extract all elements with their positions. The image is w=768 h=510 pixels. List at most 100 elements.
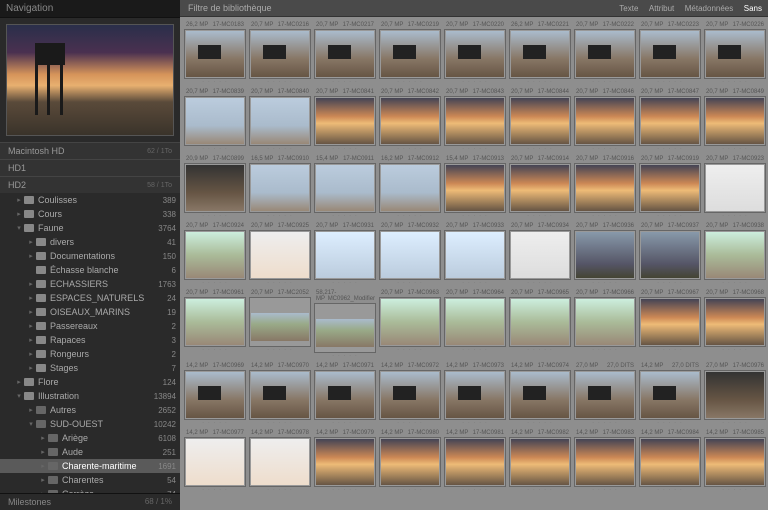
thumb-rating-dots[interactable]: · · · · · — [249, 487, 311, 493]
thumb-rating-dots[interactable]: · · · · · — [704, 280, 766, 286]
grid-cell[interactable]: 26,2 MP17-MC0221· · · · · — [509, 21, 571, 85]
filter-tab-metadata[interactable]: Métadonnées — [685, 4, 733, 13]
expand-arrow-icon[interactable]: ▾ — [14, 224, 24, 232]
thumbnail-image[interactable] — [509, 163, 571, 213]
folder-item[interactable]: ▸Charente-maritime1691 — [0, 459, 180, 473]
thumbnail-image[interactable] — [379, 437, 441, 487]
thumbnail-image[interactable] — [444, 96, 506, 146]
thumbnail-image[interactable] — [704, 96, 766, 146]
thumbnail-image[interactable] — [509, 230, 571, 280]
grid-cell[interactable]: 20,7 MP17-MC0938· · · · · — [704, 222, 766, 286]
folder-item[interactable]: ▸Cours338 — [0, 207, 180, 221]
thumb-rating-dots[interactable]: · · · · · — [444, 280, 506, 286]
grid-cell[interactable]: 20,7 MP17-MC0842· · · · · — [379, 88, 441, 152]
thumb-rating-dots[interactable]: · · · · · — [509, 146, 571, 152]
thumb-rating-dots[interactable]: · · · · · — [639, 280, 701, 286]
thumbnail-image[interactable] — [639, 370, 701, 420]
grid-cell[interactable]: 14,2 MP17-MC0985· · · · · — [704, 429, 766, 493]
thumb-rating-dots[interactable]: · · · · · — [379, 487, 441, 493]
folder-item[interactable]: ▸ESPACES_NATURELS24 — [0, 291, 180, 305]
thumbnail-image[interactable] — [314, 437, 376, 487]
grid-cell[interactable]: 58,2 MP17-MC0962_Modifier· · · · · — [314, 289, 376, 359]
thumbnail-image[interactable] — [509, 437, 571, 487]
thumb-rating-dots[interactable]: · · · · · — [509, 79, 571, 85]
expand-arrow-icon[interactable]: ▾ — [14, 392, 24, 400]
thumbnail-image[interactable] — [574, 230, 636, 280]
grid-cell[interactable]: 14,2 MP17-MC0971· · · · · — [314, 362, 376, 426]
thumbnail-image[interactable] — [249, 163, 311, 213]
folder-item[interactable]: ▾Faune3764 — [0, 221, 180, 235]
thumb-rating-dots[interactable]: · · · · · — [574, 420, 636, 426]
thumbnail-image[interactable] — [314, 370, 376, 420]
folder-item[interactable]: ▸Passereaux2 — [0, 319, 180, 333]
thumbnail-image[interactable] — [574, 96, 636, 146]
grid-cell[interactable]: 20,7 MP17-MC0961· · · · · — [184, 289, 246, 359]
thumb-rating-dots[interactable]: · · · · · — [444, 146, 506, 152]
thumbnail-image[interactable] — [509, 29, 571, 79]
thumbnail-image[interactable] — [574, 437, 636, 487]
folder-item[interactable]: ▸Autres2652 — [0, 403, 180, 417]
grid-cell[interactable]: 20,7 MP17-MC0223· · · · · — [639, 21, 701, 85]
thumb-rating-dots[interactable]: · · · · · — [444, 347, 506, 353]
thumb-rating-dots[interactable]: · · · · · — [184, 420, 246, 426]
thumb-rating-dots[interactable]: · · · · · — [249, 213, 311, 219]
thumb-rating-dots[interactable]: · · · · · — [704, 213, 766, 219]
grid-cell[interactable]: 15,4 MP17-MC0913· · · · · — [444, 155, 506, 219]
folder-item[interactable]: ▸ECHASSIERS1763 — [0, 277, 180, 291]
grid-cell[interactable]: 14,2 MP17-MC0980· · · · · — [379, 429, 441, 493]
grid-cell[interactable]: 14,2 MP17-MC0977· · · · · — [184, 429, 246, 493]
folder-item[interactable]: ▸Rongeurs2 — [0, 347, 180, 361]
thumbnail-image[interactable] — [574, 297, 636, 347]
folder-item[interactable]: ▸Rapaces3 — [0, 333, 180, 347]
thumbnail-image[interactable] — [379, 96, 441, 146]
grid-cell[interactable]: 14,2 MP17-MC0983· · · · · — [574, 429, 636, 493]
thumb-rating-dots[interactable]: · · · · · — [574, 213, 636, 219]
thumbnail-image[interactable] — [574, 29, 636, 79]
expand-arrow-icon[interactable]: ▸ — [26, 238, 36, 246]
grid-cell[interactable]: 14,2 MP17-MC0974· · · · · — [509, 362, 571, 426]
grid-cell[interactable]: 20,7 MP17-MC0226· · · · · — [704, 21, 766, 85]
grid-cell[interactable]: 20,7 MP17-MC0840· · · · · — [249, 88, 311, 152]
thumb-rating-dots[interactable]: · · · · · — [379, 146, 441, 152]
folder-item[interactable]: ▸Documentations150 — [0, 249, 180, 263]
thumbnail-grid[interactable]: 26,2 MP17-MC0183· · · · ·20,7 MP17-MC021… — [180, 17, 768, 510]
thumb-rating-dots[interactable]: · · · · · — [574, 347, 636, 353]
thumb-rating-dots[interactable]: · · · · · — [184, 79, 246, 85]
grid-cell[interactable]: 14,2 MP17-MC0979· · · · · — [314, 429, 376, 493]
thumb-rating-dots[interactable]: · · · · · — [379, 347, 441, 353]
grid-cell[interactable]: 14,2 MP17-MC0978· · · · · — [249, 429, 311, 493]
thumb-rating-dots[interactable]: · · · · · — [639, 347, 701, 353]
thumbnail-image[interactable] — [249, 437, 311, 487]
grid-cell[interactable]: 14,2 MP17-MC0981· · · · · — [444, 429, 506, 493]
thumb-rating-dots[interactable]: · · · · · — [249, 146, 311, 152]
folder-item[interactable]: ▸divers41 — [0, 235, 180, 249]
thumb-rating-dots[interactable]: · · · · · — [444, 79, 506, 85]
thumbnail-image[interactable] — [509, 297, 571, 347]
grid-cell[interactable]: 20,7 MP17-MC0216· · · · · — [249, 21, 311, 85]
grid-cell[interactable]: 20,7 MP17-MC0219· · · · · — [379, 21, 441, 85]
thumb-rating-dots[interactable]: · · · · · — [444, 213, 506, 219]
grid-cell[interactable]: 20,7 MP17-MC0914· · · · · — [509, 155, 571, 219]
folder-item[interactable]: Échasse blanche6 — [0, 263, 180, 277]
thumb-rating-dots[interactable]: · · · · · — [509, 347, 571, 353]
expand-arrow-icon[interactable]: ▸ — [26, 364, 36, 372]
grid-cell[interactable]: 20,7 MP17-MC0924· · · · · — [184, 222, 246, 286]
thumbnail-image[interactable] — [184, 370, 246, 420]
drive-item[interactable]: HD258 / 1To — [0, 176, 180, 193]
thumb-rating-dots[interactable]: · · · · · — [314, 487, 376, 493]
thumbnail-image[interactable] — [704, 370, 766, 420]
thumb-rating-dots[interactable]: · · · · · — [704, 79, 766, 85]
grid-cell[interactable]: 20,7 MP17-MC0932· · · · · — [379, 222, 441, 286]
thumb-rating-dots[interactable]: · · · · · — [639, 79, 701, 85]
drive-item[interactable]: Macintosh HD62 / 1To — [0, 142, 180, 159]
thumb-rating-dots[interactable]: · · · · · — [639, 487, 701, 493]
expand-arrow-icon[interactable]: ▸ — [26, 322, 36, 330]
grid-cell[interactable]: 20,7 MP17-MC0844· · · · · — [509, 88, 571, 152]
thumb-rating-dots[interactable]: · · · · · — [639, 146, 701, 152]
thumbnail-image[interactable] — [184, 29, 246, 79]
grid-cell[interactable]: 14,2 MP27,0 DITS· · · · · — [639, 362, 701, 426]
thumbnail-image[interactable] — [184, 163, 246, 213]
thumbnail-image[interactable] — [574, 163, 636, 213]
thumbnail-image[interactable] — [509, 96, 571, 146]
thumb-rating-dots[interactable]: · · · · · — [704, 420, 766, 426]
